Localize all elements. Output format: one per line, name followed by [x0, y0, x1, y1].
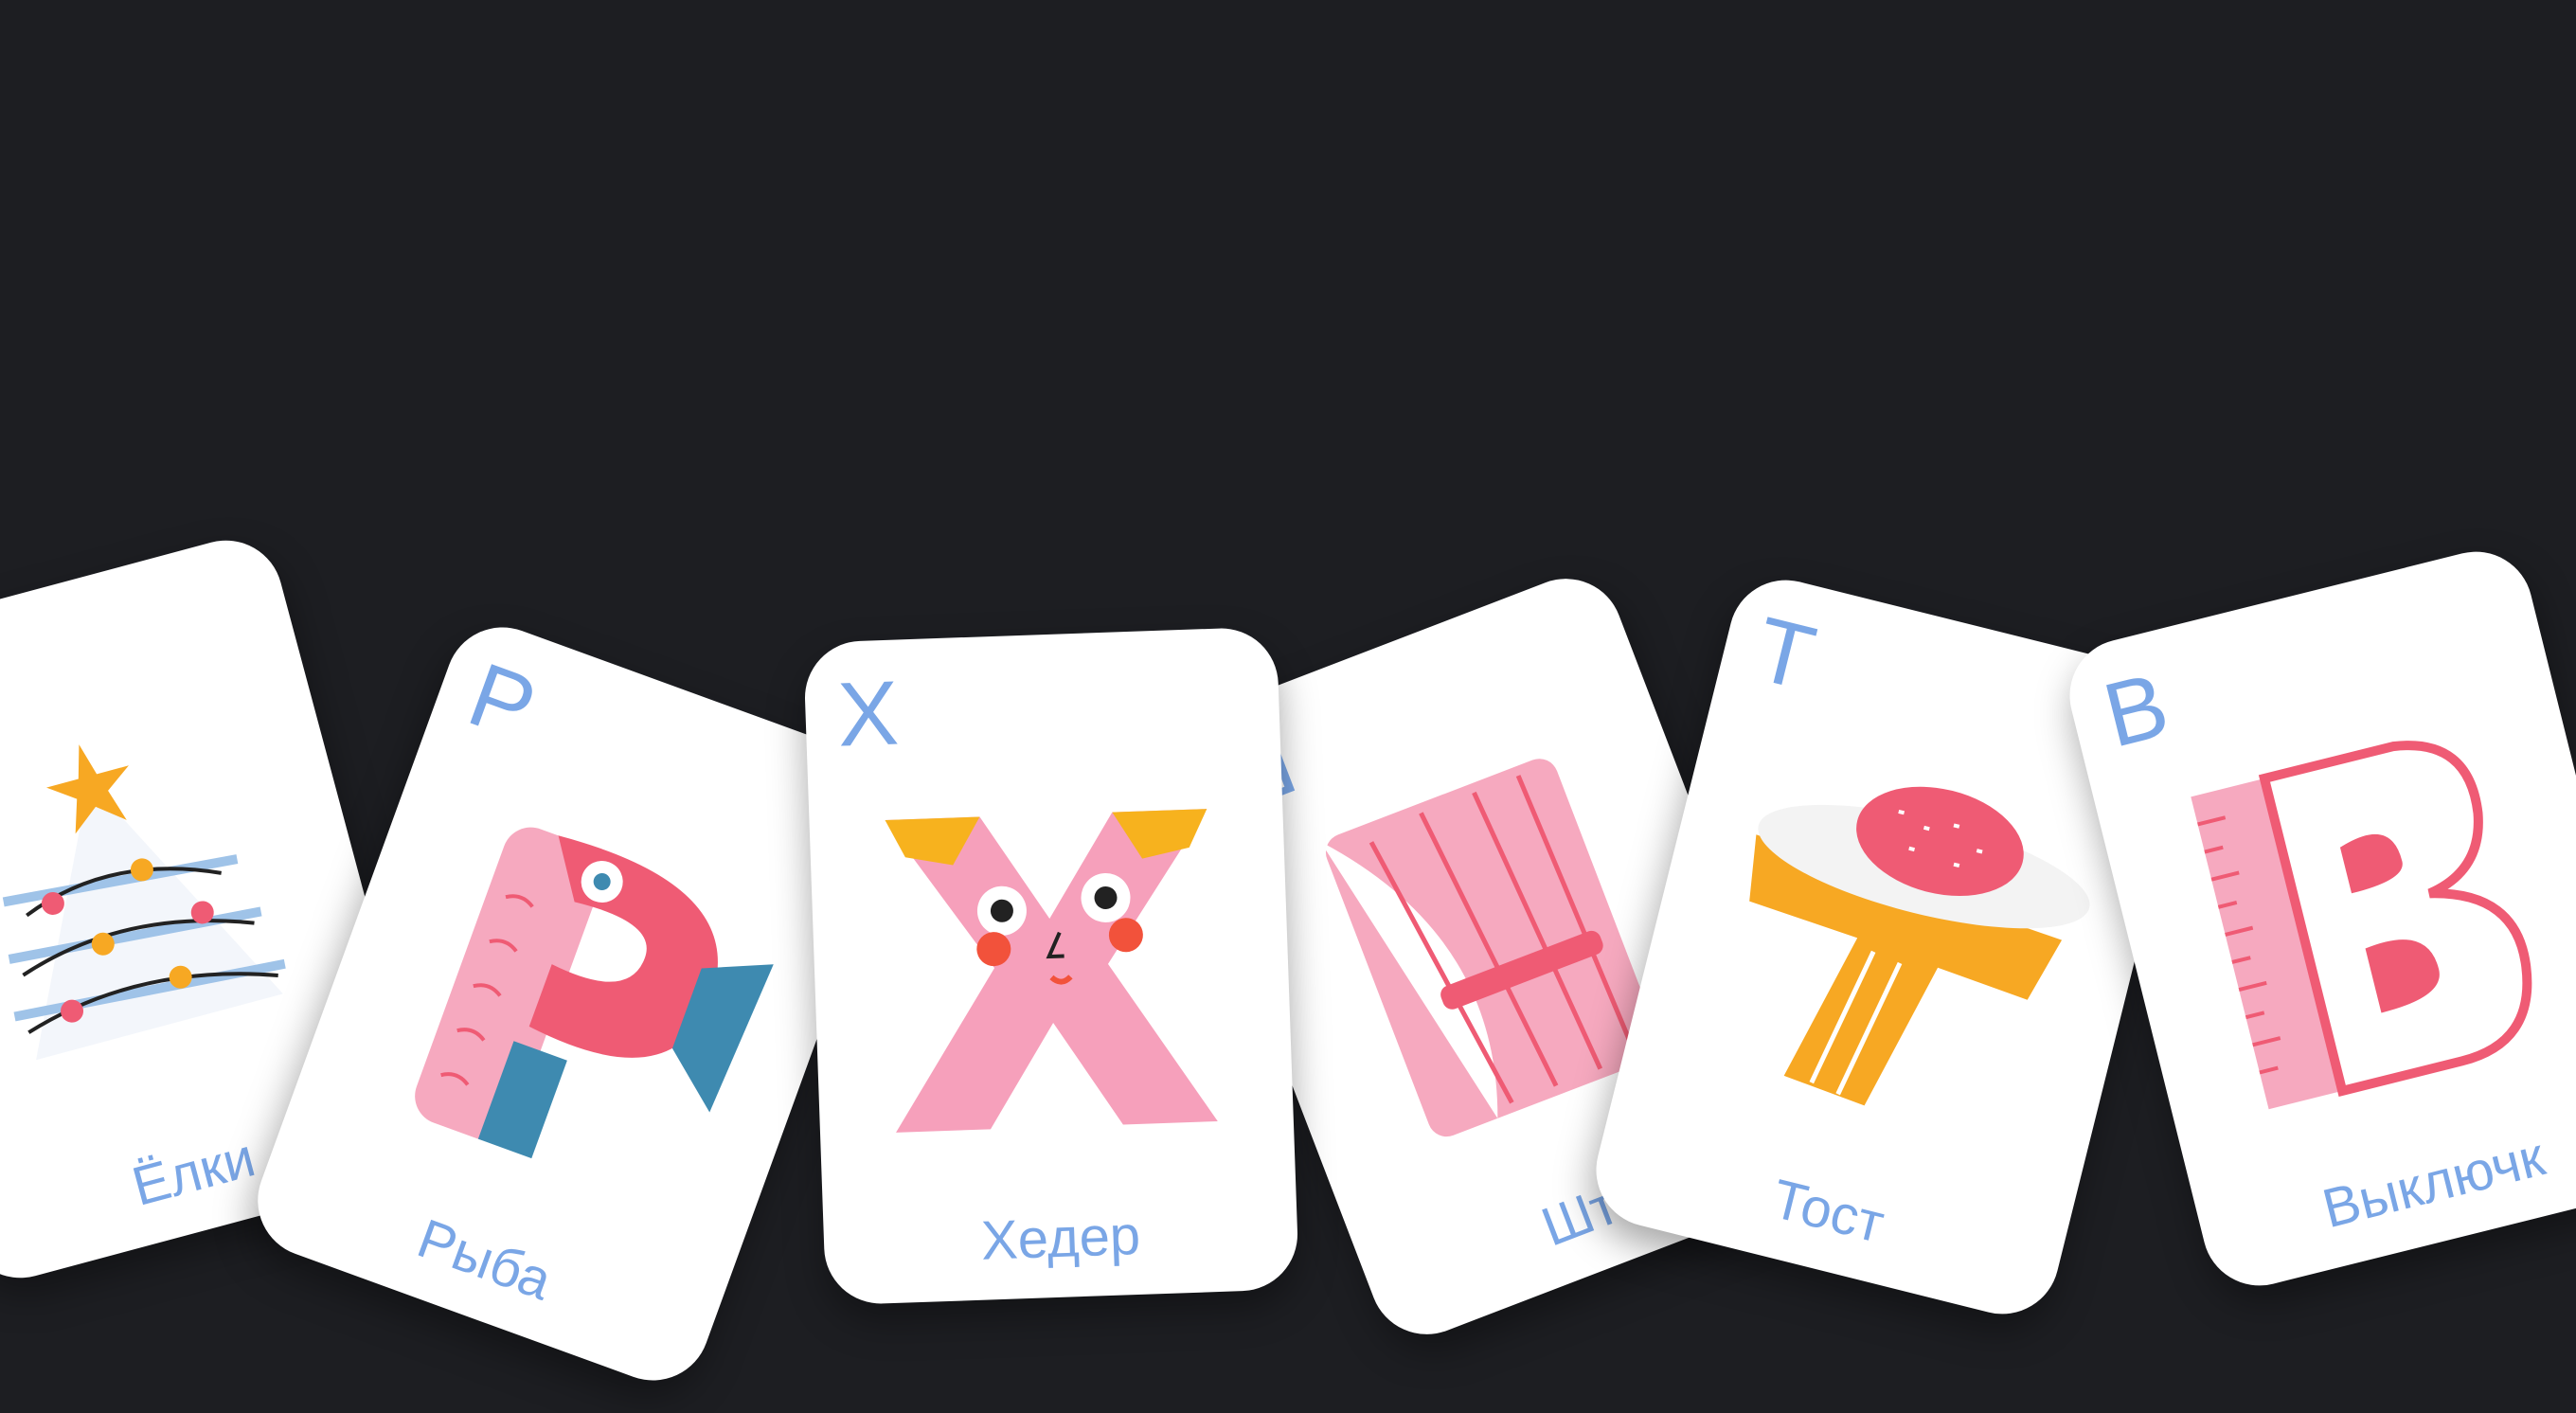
- toast-letter-t-icon: [1678, 720, 2115, 1156]
- card-letter: Т: [1745, 598, 1825, 710]
- card-word: Хедер: [979, 1204, 1142, 1272]
- fish-letter-r-icon: [350, 764, 812, 1225]
- card-vykl[interactable]: В Выключк: [2057, 539, 2576, 1298]
- card-letter: Х: [835, 662, 901, 766]
- card-stage: Ёлки Р Рыба Х Хедер Што Т Тост В Выключк: [0, 0, 2576, 1413]
- card-heder[interactable]: Х Хедер: [802, 626, 1300, 1306]
- christmas-tree-icon: [0, 680, 341, 1120]
- face-letter-x-icon: [865, 770, 1237, 1142]
- ruler-letter-v-icon: [2147, 691, 2576, 1128]
- card-letter: В: [2094, 653, 2178, 767]
- card-word: Тост: [1765, 1168, 1890, 1255]
- card-letter: Р: [456, 643, 548, 760]
